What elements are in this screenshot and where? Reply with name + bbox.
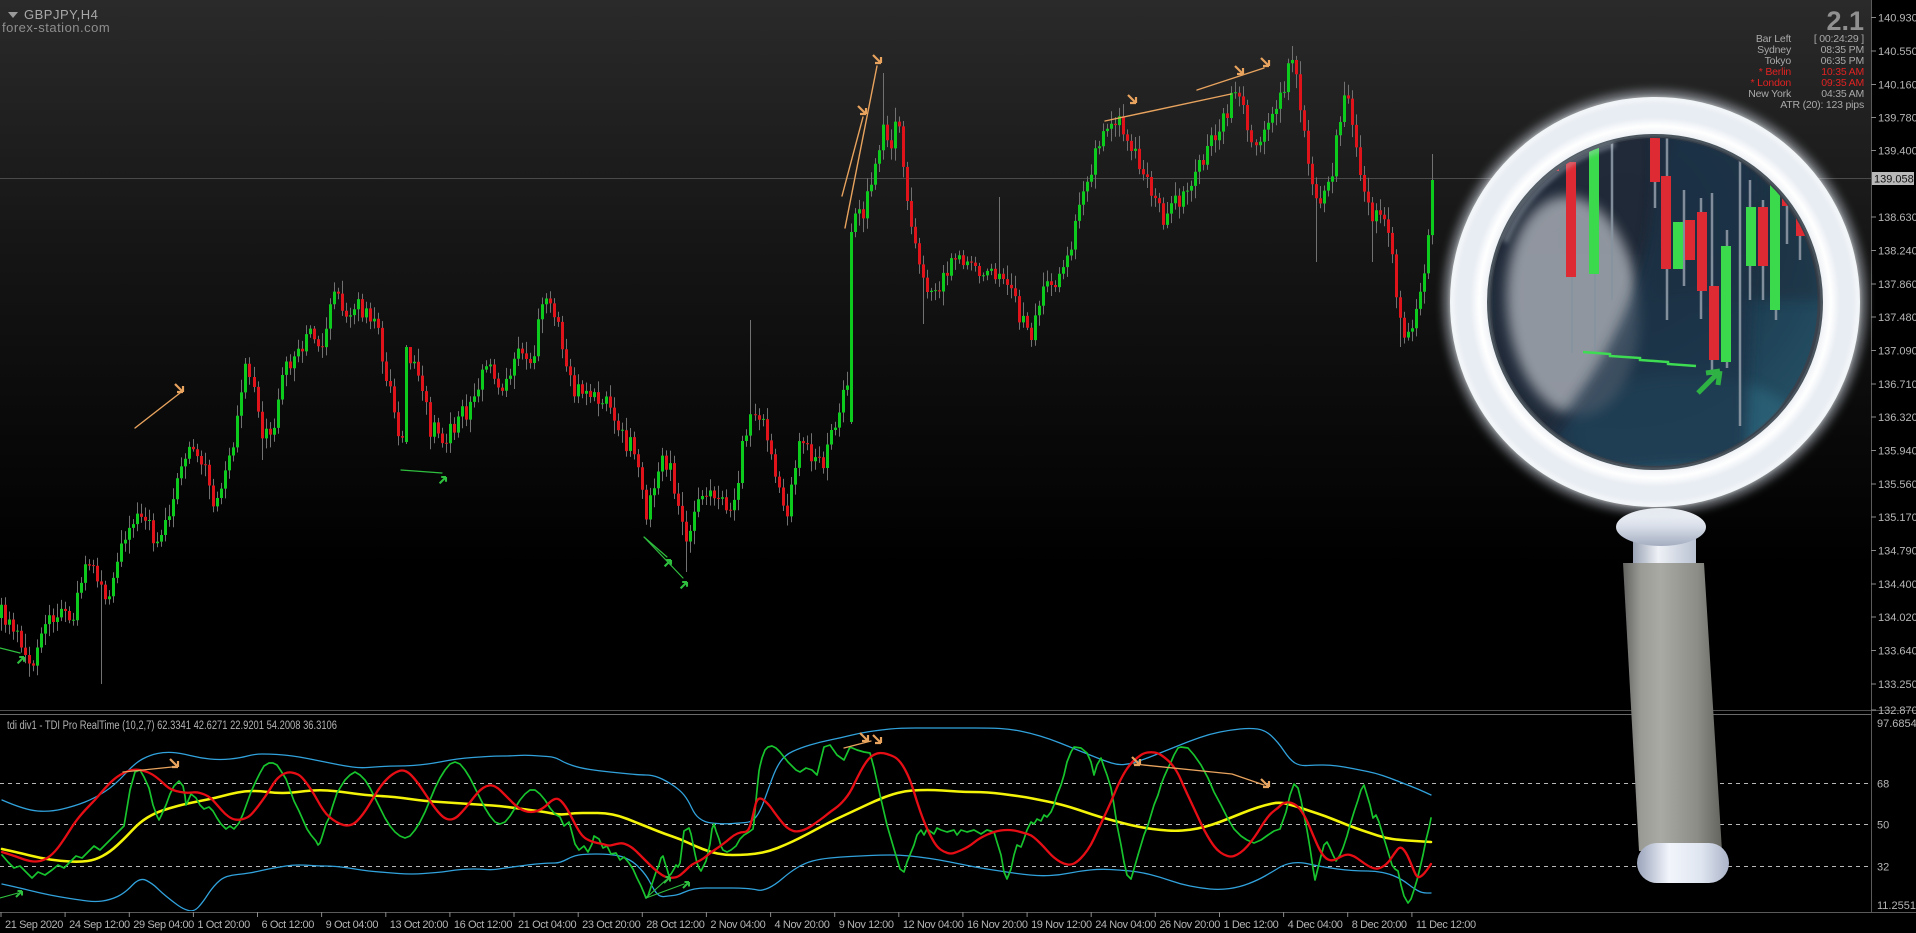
svg-text:136.320: 136.320 xyxy=(1878,412,1916,424)
svg-text:1 Dec 12:00: 1 Dec 12:00 xyxy=(1223,919,1278,931)
svg-text:12 Nov 04:00: 12 Nov 04:00 xyxy=(903,919,964,931)
svg-text:21 Oct 04:00: 21 Oct 04:00 xyxy=(518,919,576,931)
svg-text:21 Sep 2020: 21 Sep 2020 xyxy=(5,919,63,931)
svg-text:ATR (20): 123 pips: ATR (20): 123 pips xyxy=(1780,99,1864,111)
svg-text:16 Oct 12:00: 16 Oct 12:00 xyxy=(454,919,512,931)
svg-text:136.710: 136.710 xyxy=(1878,379,1916,391)
svg-text:97.6854: 97.6854 xyxy=(1877,718,1916,730)
svg-text:24 Nov 04:00: 24 Nov 04:00 xyxy=(1095,919,1156,931)
svg-text:134.790: 134.790 xyxy=(1878,546,1916,558)
svg-text:2 Nov 04:00: 2 Nov 04:00 xyxy=(710,919,765,931)
svg-text:11.2551: 11.2551 xyxy=(1877,900,1916,912)
svg-text:11 Dec 12:00: 11 Dec 12:00 xyxy=(1416,919,1476,931)
svg-text:9 Nov 12:00: 9 Nov 12:00 xyxy=(839,919,894,931)
svg-text:68: 68 xyxy=(1877,779,1889,791)
svg-text:135.560: 135.560 xyxy=(1878,479,1916,491)
svg-text:133.250: 133.250 xyxy=(1878,679,1916,691)
svg-text:133.640: 133.640 xyxy=(1878,646,1916,658)
svg-text:24 Sep 12:00: 24 Sep 12:00 xyxy=(69,919,130,931)
svg-text:29 Sep 04:00: 29 Sep 04:00 xyxy=(133,919,194,931)
svg-text:137.480: 137.480 xyxy=(1878,312,1916,324)
svg-text:4 Nov 20:00: 4 Nov 20:00 xyxy=(775,919,830,931)
svg-text:139.400: 139.400 xyxy=(1878,146,1916,158)
svg-text:19 Nov 12:00: 19 Nov 12:00 xyxy=(1031,919,1092,931)
svg-text:134.020: 134.020 xyxy=(1878,612,1916,624)
svg-text:26 Nov 20:00: 26 Nov 20:00 xyxy=(1159,919,1220,931)
svg-text:8 Dec 20:00: 8 Dec 20:00 xyxy=(1352,919,1407,931)
svg-text:135.170: 135.170 xyxy=(1878,512,1916,524)
svg-text:138.630: 138.630 xyxy=(1878,212,1916,224)
svg-text:13 Oct 20:00: 13 Oct 20:00 xyxy=(390,919,448,931)
svg-text:135.940: 135.940 xyxy=(1878,446,1916,458)
svg-text:2.1: 2.1 xyxy=(1826,6,1864,36)
svg-text:16 Nov 20:00: 16 Nov 20:00 xyxy=(967,919,1028,931)
svg-text:32: 32 xyxy=(1877,862,1889,874)
svg-text:137.090: 137.090 xyxy=(1878,346,1916,358)
svg-text:140.930: 140.930 xyxy=(1878,13,1916,25)
svg-text:139.780: 139.780 xyxy=(1878,113,1916,125)
svg-text:132.870: 132.870 xyxy=(1878,705,1916,717)
svg-text:9 Oct 04:00: 9 Oct 04:00 xyxy=(326,919,379,931)
svg-text:6 Oct 12:00: 6 Oct 12:00 xyxy=(262,919,315,931)
svg-text:23 Oct 20:00: 23 Oct 20:00 xyxy=(582,919,640,931)
svg-text:50: 50 xyxy=(1877,820,1889,832)
svg-text:134.400: 134.400 xyxy=(1878,579,1916,591)
svg-text:137.860: 137.860 xyxy=(1878,279,1916,291)
svg-text:138.240: 138.240 xyxy=(1878,246,1916,258)
svg-text:139.058: 139.058 xyxy=(1874,174,1914,186)
svg-text:1 Oct 20:00: 1 Oct 20:00 xyxy=(197,919,250,931)
svg-text:140.160: 140.160 xyxy=(1878,80,1916,92)
svg-text:4 Dec 04:00: 4 Dec 04:00 xyxy=(1288,919,1343,931)
svg-text:tdi div1 - TDI Pro RealTime (1: tdi div1 - TDI Pro RealTime (10,2,7) 62.… xyxy=(7,720,337,732)
svg-text:forex-station.com: forex-station.com xyxy=(2,20,110,35)
svg-text:140.550: 140.550 xyxy=(1878,46,1916,58)
svg-text:28 Oct 12:00: 28 Oct 12:00 xyxy=(646,919,704,931)
